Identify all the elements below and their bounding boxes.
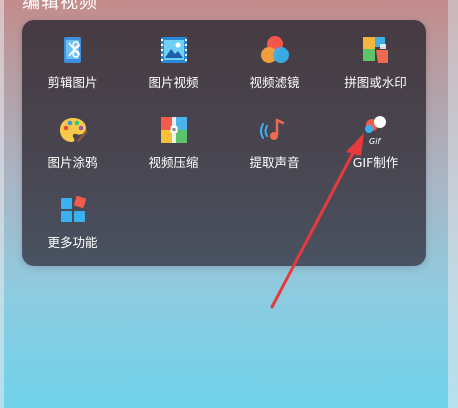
window-left-edge — [0, 0, 4, 408]
collage-watermark-icon — [362, 37, 388, 63]
tool-more[interactable]: 更多功能 — [22, 180, 123, 260]
tool-video-filter[interactable]: 视频滤镜 — [224, 20, 325, 100]
music-note-icon — [259, 118, 284, 140]
cut-image-icon — [63, 37, 81, 63]
tool-image-doodle-label: 图片涂鸦 — [47, 155, 98, 170]
gif-icon: Gif — [364, 116, 386, 146]
tool-cut-image-label: 剪辑图片 — [47, 75, 98, 90]
tool-image-doodle[interactable]: 图片涂鸦 — [22, 100, 123, 180]
compress-icon — [160, 117, 187, 143]
video-filter-icon — [260, 36, 289, 63]
tool-image-video-label: 图片视频 — [148, 75, 199, 90]
tool-image-video[interactable]: 图片视频 — [123, 20, 224, 100]
tool-gif-maker-label: GIF制作 — [352, 155, 399, 170]
palette-icon — [59, 118, 87, 143]
page-title: 编辑视频 — [22, 0, 98, 13]
tool-collage-watermark-label: 拼图或水印 — [344, 75, 407, 90]
image-video-icon — [160, 37, 187, 63]
tool-extract-audio-label: 提取声音 — [249, 155, 300, 170]
grid-apps-icon — [60, 195, 86, 222]
tool-collage-watermark[interactable]: 拼图或水印 — [325, 20, 426, 100]
tool-more-label: 更多功能 — [47, 235, 98, 250]
tool-video-compress-label: 视频压缩 — [148, 155, 199, 170]
tool-video-compress[interactable]: 视频压缩 — [123, 100, 224, 180]
tool-extract-audio[interactable]: 提取声音 — [224, 100, 325, 180]
tool-panel: 剪辑图片 图片视频 视频滤镜 拼图或水印 图片涂鸦 视频压缩 提取声音 Gif … — [22, 20, 426, 266]
window-right-edge — [448, 0, 458, 408]
tool-gif-maker[interactable]: Gif GIF制作 — [325, 100, 426, 180]
gif-icon-text: Gif — [369, 137, 381, 146]
tool-video-filter-label: 视频滤镜 — [249, 75, 300, 90]
tool-cut-image[interactable]: 剪辑图片 — [22, 20, 123, 100]
